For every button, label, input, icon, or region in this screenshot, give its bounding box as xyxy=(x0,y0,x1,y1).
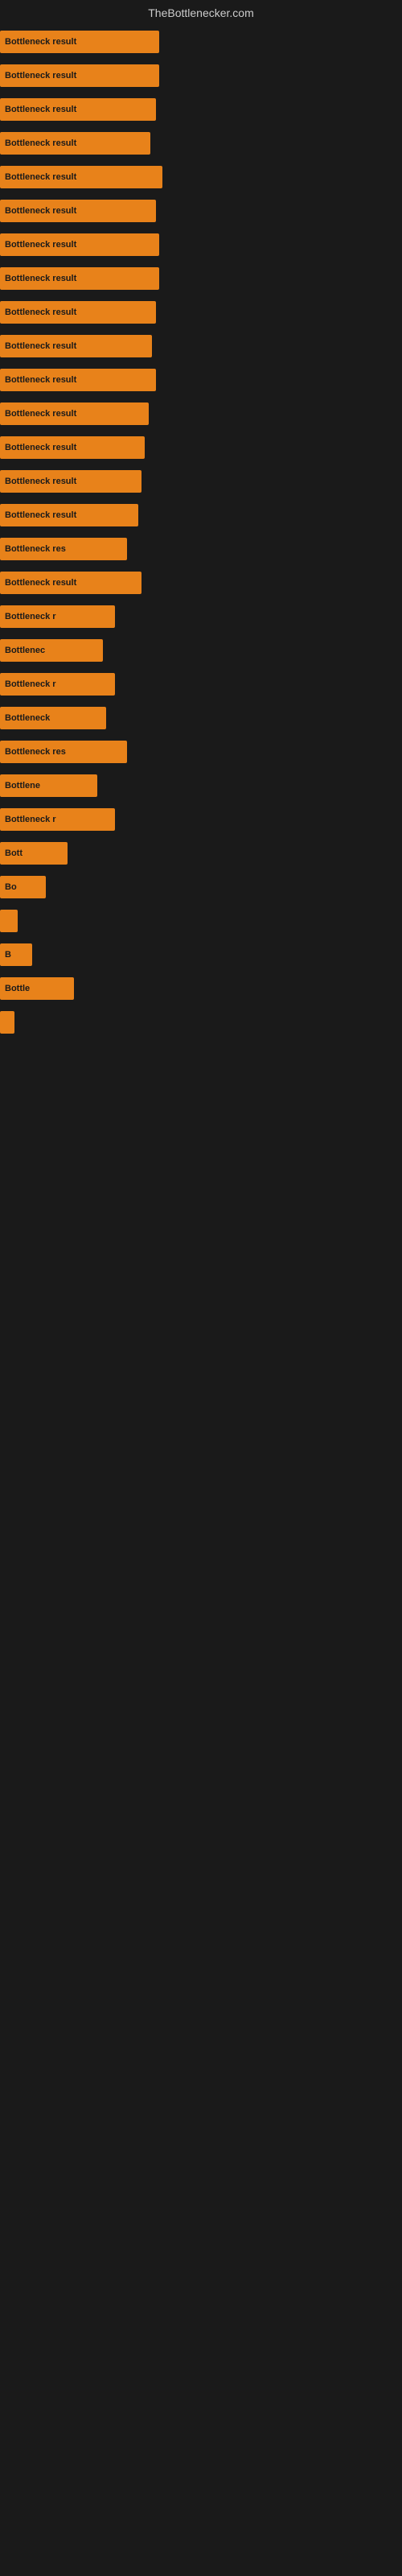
result-bar[interactable]: Bottleneck result xyxy=(0,31,159,53)
bar-row: Bottleneck result xyxy=(0,61,402,90)
bar-row: Bottleneck xyxy=(0,704,402,733)
bar-label: Bottleneck result xyxy=(5,443,76,452)
bar-row xyxy=(0,906,402,935)
result-bar[interactable]: Bo xyxy=(0,876,46,898)
bar-row: Bottleneck r xyxy=(0,602,402,631)
bar-row: Bottleneck result xyxy=(0,433,402,462)
bar-row: Bottleneck r xyxy=(0,805,402,834)
result-bar[interactable]: Bottleneck result xyxy=(0,200,156,222)
bar-row: Bottlenec xyxy=(0,636,402,665)
bar-row: Bottleneck result xyxy=(0,27,402,56)
bar-label: Bottleneck result xyxy=(5,71,76,80)
result-bar[interactable]: Bottle xyxy=(0,977,74,1000)
bar-row: Bottle xyxy=(0,974,402,1003)
result-bar[interactable]: Bottleneck result xyxy=(0,470,142,493)
bars-container: Bottleneck result Bottleneck result Bottle… xyxy=(0,27,402,1037)
result-bar[interactable]: Bott xyxy=(0,842,68,865)
bar-label: Bottleneck r xyxy=(5,679,56,689)
result-bar[interactable]: Bottleneck result xyxy=(0,572,142,594)
bar-label: Bottleneck result xyxy=(5,138,76,148)
bar-label: Bo xyxy=(5,882,17,892)
result-bar[interactable]: Bottleneck result xyxy=(0,402,149,425)
bar-label: Bottleneck result xyxy=(5,105,76,114)
bar-label: Bott xyxy=(5,848,23,858)
bar-label: Bottle xyxy=(5,984,30,993)
result-bar[interactable] xyxy=(0,910,18,932)
bar-label: Bottleneck r xyxy=(5,612,56,621)
bar-row xyxy=(0,1008,402,1037)
bar-row: Bottlene xyxy=(0,771,402,800)
bar-label: Bottleneck result xyxy=(5,375,76,385)
bar-label: Bottleneck res xyxy=(5,747,66,757)
bar-label: Bottleneck result xyxy=(5,37,76,47)
bar-row: Bottleneck r xyxy=(0,670,402,699)
bar-label: Bottleneck result xyxy=(5,240,76,250)
result-bar[interactable]: Bottleneck result xyxy=(0,267,159,290)
bar-row: Bott xyxy=(0,839,402,868)
result-bar[interactable]: Bottleneck result xyxy=(0,436,145,459)
bar-label: Bottleneck r xyxy=(5,815,56,824)
result-bar[interactable]: Bottleneck result xyxy=(0,64,159,87)
site-title: TheBottlenecker.com xyxy=(0,0,402,23)
result-bar[interactable]: Bottleneck r xyxy=(0,808,115,831)
bar-row: Bo xyxy=(0,873,402,902)
result-bar[interactable]: Bottleneck r xyxy=(0,673,115,696)
bar-label: Bottleneck result xyxy=(5,206,76,216)
bar-row: Bottleneck result xyxy=(0,501,402,530)
result-bar[interactable]: Bottlene xyxy=(0,774,97,797)
bar-label: Bottleneck result xyxy=(5,341,76,351)
result-bar[interactable]: Bottleneck res xyxy=(0,741,127,763)
bar-label: Bottleneck result xyxy=(5,510,76,520)
bar-label: Bottleneck res xyxy=(5,544,66,554)
bar-label: Bottleneck xyxy=(5,713,50,723)
result-bar[interactable] xyxy=(0,1011,14,1034)
bar-label: Bottleneck result xyxy=(5,409,76,419)
bar-row: Bottleneck result xyxy=(0,298,402,327)
result-bar[interactable]: Bottleneck result xyxy=(0,132,150,155)
result-bar[interactable]: Bottleneck result xyxy=(0,98,156,121)
bar-label: Bottlenec xyxy=(5,646,45,655)
bar-label: Bottlene xyxy=(5,781,40,791)
bar-row: Bottleneck result xyxy=(0,365,402,394)
result-bar[interactable]: Bottleneck res xyxy=(0,538,127,560)
result-bar[interactable]: Bottleneck xyxy=(0,707,106,729)
result-bar[interactable]: Bottleneck result xyxy=(0,166,162,188)
bar-label: Bottleneck result xyxy=(5,274,76,283)
bar-row: B xyxy=(0,940,402,969)
result-bar[interactable]: Bottleneck result xyxy=(0,369,156,391)
bar-row: Bottleneck result xyxy=(0,332,402,361)
bar-row: Bottleneck res xyxy=(0,737,402,766)
result-bar[interactable]: Bottleneck result xyxy=(0,504,138,526)
bar-label: B xyxy=(5,950,11,960)
result-bar[interactable]: Bottleneck result xyxy=(0,301,156,324)
bar-row: Bottleneck result xyxy=(0,95,402,124)
bar-row: Bottleneck result xyxy=(0,230,402,259)
bar-row: Bottleneck result xyxy=(0,399,402,428)
result-bar[interactable]: Bottleneck result xyxy=(0,233,159,256)
result-bar[interactable]: Bottleneck result xyxy=(0,335,152,357)
bar-row: Bottleneck result xyxy=(0,467,402,496)
bar-row: Bottleneck result xyxy=(0,264,402,293)
bar-label: Bottleneck result xyxy=(5,578,76,588)
result-bar[interactable]: B xyxy=(0,943,32,966)
result-bar[interactable]: Bottleneck r xyxy=(0,605,115,628)
bar-label: Bottleneck result xyxy=(5,477,76,486)
bar-row: Bottleneck res xyxy=(0,535,402,564)
bar-row: Bottleneck result xyxy=(0,568,402,597)
bar-label: Bottleneck result xyxy=(5,308,76,317)
bar-row: Bottleneck result xyxy=(0,163,402,192)
bar-row: Bottleneck result xyxy=(0,129,402,158)
result-bar[interactable]: Bottlenec xyxy=(0,639,103,662)
bar-row: Bottleneck result xyxy=(0,196,402,225)
bar-label: Bottleneck result xyxy=(5,172,76,182)
